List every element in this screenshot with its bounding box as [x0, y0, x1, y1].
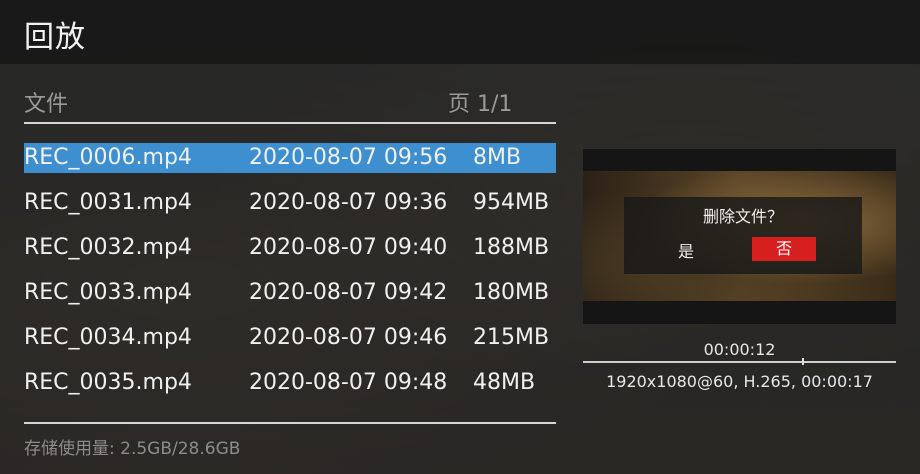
file-name: REC_0035.mp4 [24, 370, 192, 395]
page-title: 回放 [24, 20, 86, 55]
file-column-header: 文件 [24, 92, 69, 117]
file-size: 954MB [473, 190, 550, 215]
file-datetime: 2020-08-07 09:48 [249, 370, 448, 395]
file-name: REC_0006.mp4 [24, 145, 192, 170]
yes-button[interactable]: 是 [678, 238, 694, 262]
file-name: REC_0032.mp4 [24, 235, 192, 260]
progress-bar[interactable] [583, 358, 896, 365]
file-datetime: 2020-08-07 09:36 [249, 190, 448, 215]
file-datetime: 2020-08-07 09:42 [249, 280, 448, 305]
file-row[interactable]: REC_0033.mp4 2020-08-07 09:42 180MB [24, 275, 556, 320]
file-size: 180MB [473, 280, 550, 305]
list-bottom-divider [24, 422, 556, 424]
file-row[interactable]: REC_0035.mp4 2020-08-07 09:48 48MB [24, 365, 556, 410]
file-name: REC_0033.mp4 [24, 280, 192, 305]
file-datetime: 2020-08-07 09:46 [249, 325, 448, 350]
file-row[interactable]: REC_0006.mp4 2020-08-07 09:56 8MB [24, 140, 556, 185]
progress-marker[interactable] [802, 358, 805, 365]
list-top-divider [24, 122, 556, 124]
file-name: REC_0031.mp4 [24, 190, 192, 215]
delete-dialog: 删除文件？ [624, 197, 862, 274]
title-bar: 回放 [0, 0, 920, 64]
file-size: 188MB [473, 235, 550, 260]
file-list: REC_0006.mp4 2020-08-07 09:56 8MB REC_00… [24, 140, 556, 410]
page-indicator: 页 1/1 [448, 92, 513, 117]
file-row[interactable]: REC_0034.mp4 2020-08-07 09:46 215MB [24, 320, 556, 365]
storage-usage: 存储使用量: 2.5GB/28.6GB [24, 439, 241, 459]
file-size: 8MB [473, 145, 522, 170]
video-info: 1920x1080@60, H.265, 00:00:17 [606, 372, 873, 391]
file-datetime: 2020-08-07 09:56 [249, 145, 448, 170]
dialog-title: 删除文件？ [702, 207, 783, 226]
file-size: 48MB [473, 370, 536, 395]
no-button[interactable]: 否 [752, 237, 816, 261]
playback-timecode: 00:00:12 [703, 340, 776, 359]
file-name: REC_0034.mp4 [24, 325, 192, 350]
video-preview: 删除文件？ [583, 149, 896, 324]
file-size: 215MB [473, 325, 550, 350]
file-row[interactable]: REC_0031.mp4 2020-08-07 09:36 954MB [24, 185, 556, 230]
file-datetime: 2020-08-07 09:40 [249, 235, 448, 260]
file-row[interactable]: REC_0032.mp4 2020-08-07 09:40 188MB [24, 230, 556, 275]
